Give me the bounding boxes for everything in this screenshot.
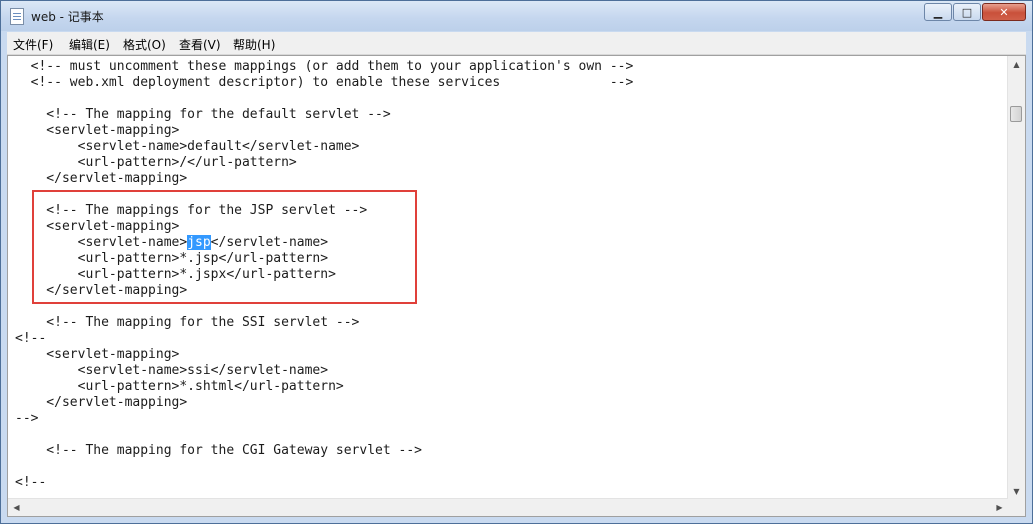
notepad-icon [10, 8, 24, 25]
window-title: web - 记事本 [31, 10, 104, 24]
menu-bar: 文件(F) 编辑(E) 格式(O) 查看(V) 帮助(H) [7, 32, 1026, 55]
minimize-button[interactable]: ▁ [924, 3, 952, 21]
menu-edit[interactable]: 编辑(E) [69, 36, 110, 53]
window-controls: ▁ □ ✕ [923, 3, 1026, 23]
menu-view[interactable]: 查看(V) [179, 36, 221, 53]
notepad-window: web - 记事本 ▁ □ ✕ 文件(F) 编辑(E) 格式(O) 查看(V) … [0, 0, 1033, 524]
highlight-annotation-box [32, 190, 417, 304]
vertical-scrollbar[interactable]: ▲ ▼ [1007, 56, 1025, 500]
scroll-up-arrow-icon[interactable]: ▲ [1008, 56, 1025, 73]
scroll-down-arrow-icon[interactable]: ▼ [1008, 483, 1025, 500]
scroll-right-arrow-icon[interactable]: ▶ [991, 499, 1008, 516]
menu-help[interactable]: 帮助(H) [233, 36, 275, 53]
maximize-button[interactable]: □ [953, 3, 981, 21]
menu-format[interactable]: 格式(O) [123, 36, 166, 53]
text-editor[interactable]: <!-- must uncomment these mappings (or a… [7, 55, 1026, 517]
title-bar[interactable]: web - 记事本 ▁ □ ✕ [1, 1, 1032, 31]
scroll-thumb[interactable] [1010, 106, 1022, 122]
menu-file[interactable]: 文件(F) [13, 36, 53, 53]
horizontal-scrollbar[interactable]: ◀ ▶ [8, 498, 1008, 516]
close-button[interactable]: ✕ [982, 3, 1026, 21]
scrollbar-corner [1008, 499, 1025, 516]
scroll-left-arrow-icon[interactable]: ◀ [8, 499, 25, 516]
